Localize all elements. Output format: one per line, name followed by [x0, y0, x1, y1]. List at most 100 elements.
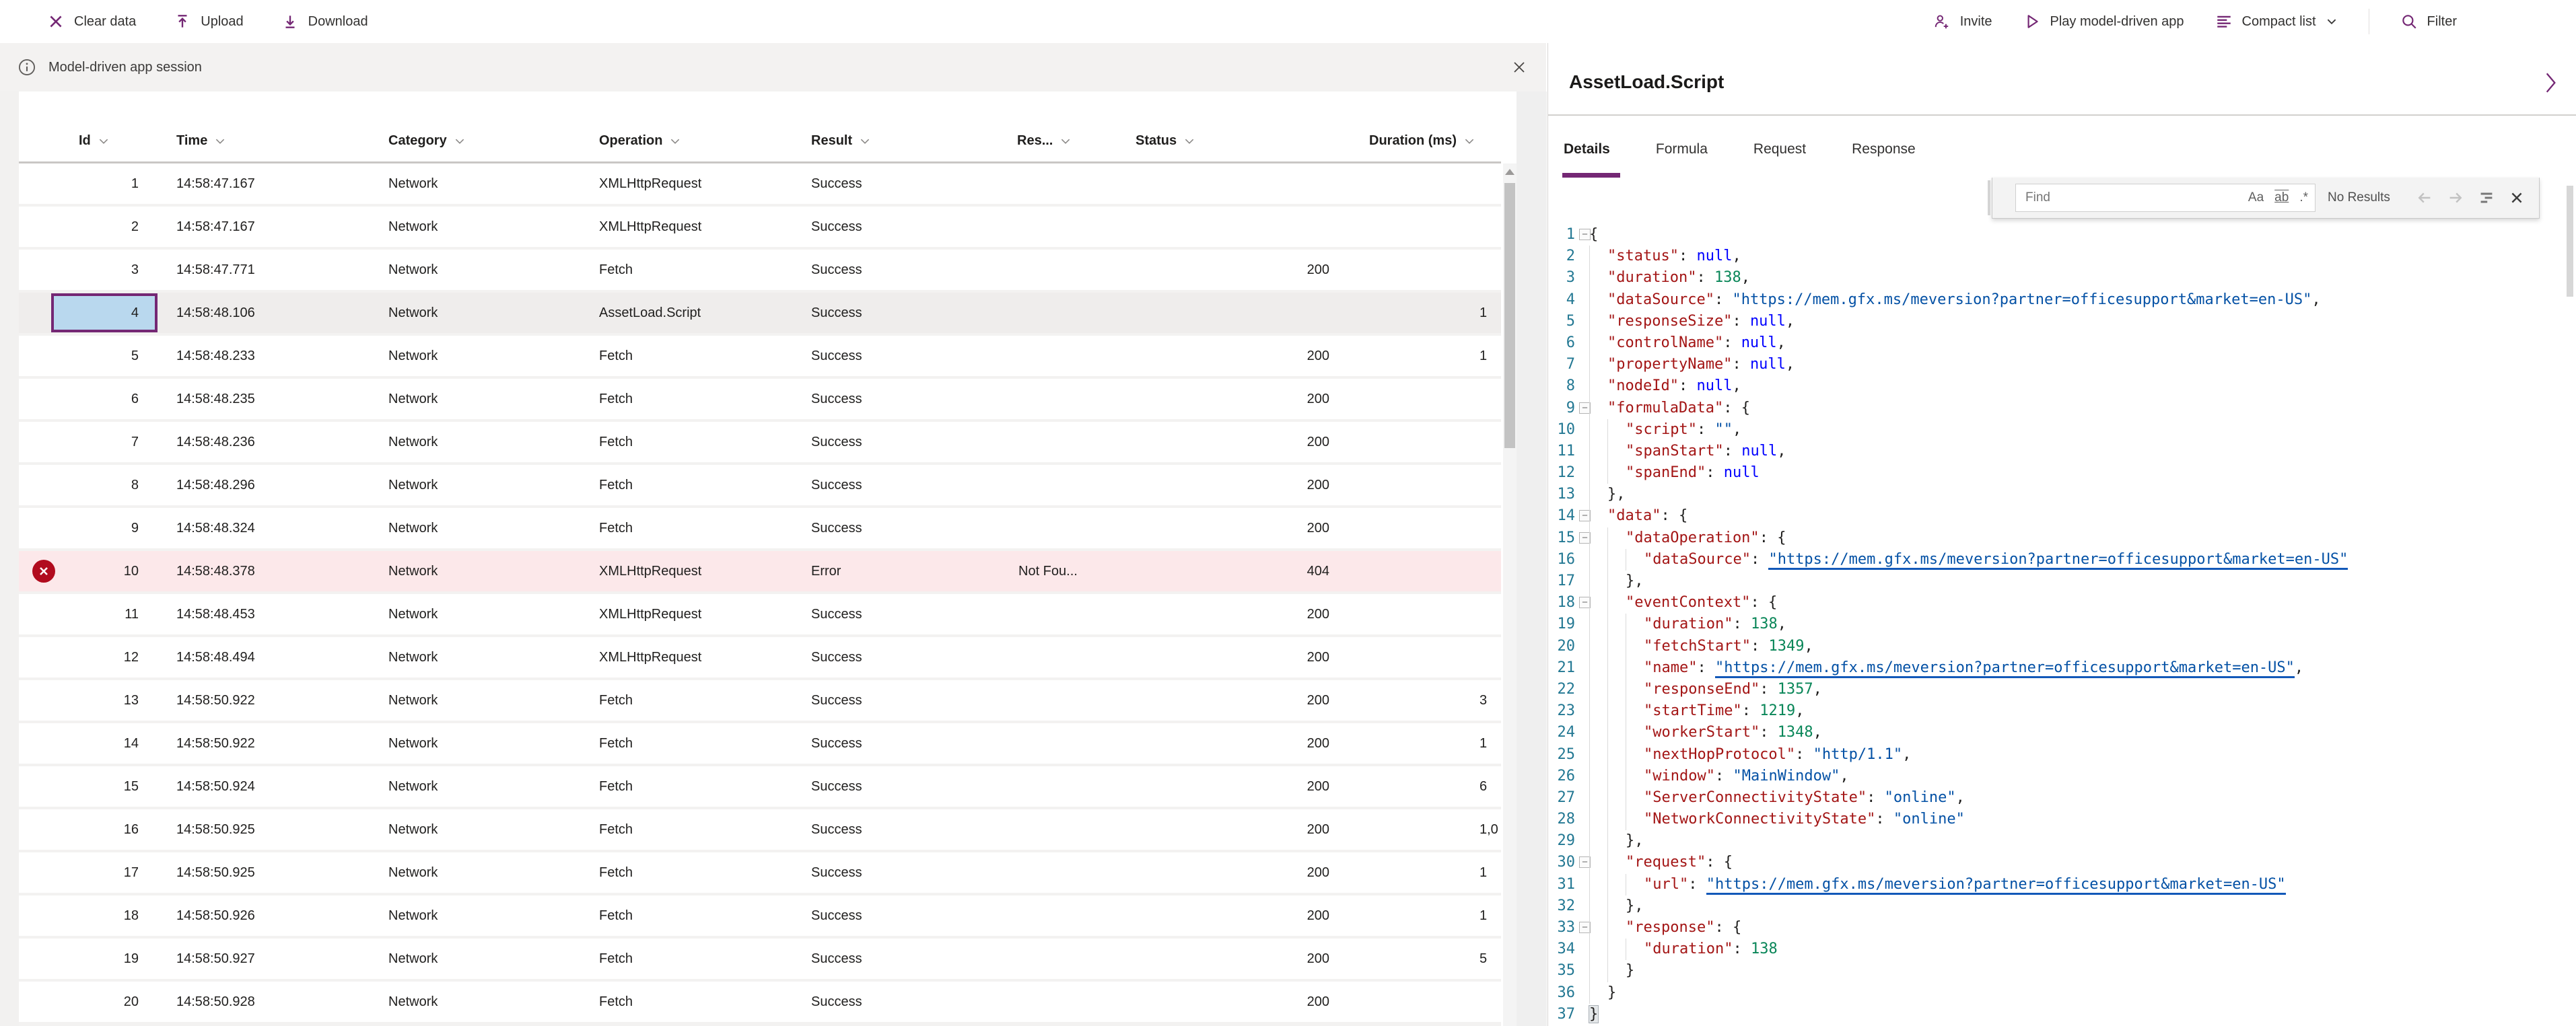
code-line[interactable]: 9− "formulaData": { — [1548, 397, 2576, 419]
indent-guide — [1589, 267, 1607, 289]
upload-button[interactable]: Upload — [174, 13, 244, 30]
table-row[interactable]: 19 14:58:50.927 Network Fetch Success 200 5 — [19, 939, 1501, 979]
table-row[interactable]: 6 14:58:48.235 Network Fetch Success 200 — [19, 379, 1501, 419]
code-line[interactable]: 2 "status": null, — [1548, 246, 2576, 268]
clear-data-button[interactable]: Clear data — [47, 13, 136, 30]
code-line[interactable]: 3 "duration": 138, — [1548, 267, 2576, 289]
table-row[interactable]: 10 14:58:48.378 Network XMLHttpRequest Error… — [19, 551, 1501, 591]
table-row[interactable]: 14 14:58:50.922 Network Fetch Success 200 1 — [19, 723, 1501, 764]
chevron-right-icon[interactable] — [2542, 70, 2559, 96]
table-row[interactable]: 18 14:58:50.926 Network Fetch Success 200 1 — [19, 895, 1501, 936]
code-line[interactable]: 35} — [1548, 960, 2576, 982]
scrollbar-thumb[interactable] — [1504, 183, 1515, 448]
table-row[interactable]: 8 14:58:48.296 Network Fetch Success 200 — [19, 465, 1501, 505]
code-line[interactable]: 7 "propertyName": null, — [1548, 354, 2576, 376]
code-line[interactable]: 8 "nodeId": null, — [1548, 375, 2576, 398]
column-header-reason[interactable]: Res... — [1017, 133, 1072, 149]
whole-word-icon[interactable]: ab — [2274, 190, 2289, 205]
table-row[interactable]: 2 14:58:47.167 Network XMLHttpRequest Succes… — [19, 207, 1501, 247]
table-row[interactable]: 16 14:58:50.925 Network Fetch Success 200 1,0 — [19, 809, 1501, 850]
code-line[interactable]: 10 "script": "", — [1548, 418, 2576, 441]
code-line[interactable]: 13}, — [1548, 484, 2576, 506]
find-input[interactable]: Find Aa ab .* — [2015, 184, 2316, 212]
column-header-duration[interactable]: Duration (ms) — [1369, 133, 1475, 149]
find-next-icon[interactable] — [2447, 190, 2464, 206]
code-line[interactable]: 30− "request": { — [1548, 852, 2576, 874]
code-line[interactable]: 37} — [1548, 1004, 2576, 1025]
code-line[interactable]: 36} — [1548, 982, 2576, 1004]
column-header-time[interactable]: Time — [176, 133, 226, 149]
cell-result: Success — [811, 392, 862, 406]
play-app-button[interactable]: Play model-driven app — [2023, 13, 2184, 30]
code-line[interactable]: 24 "workerStart": 1348, — [1548, 722, 2576, 744]
indent-guide — [1607, 418, 1626, 441]
code-line[interactable]: 18− "eventContext": { — [1548, 592, 2576, 614]
table-row[interactable]: 15 14:58:50.924 Network Fetch Success 200 6 — [19, 766, 1501, 807]
code-line[interactable]: 5 "responseSize": null, — [1548, 310, 2576, 332]
table-scrollbar[interactable] — [1503, 163, 1517, 1026]
column-header-category[interactable]: Category — [388, 133, 466, 149]
close-icon[interactable] — [1511, 59, 1527, 75]
compact-list-dropdown[interactable]: Compact list — [2215, 13, 2338, 30]
code-line[interactable]: 26 "window": "MainWindow", — [1548, 765, 2576, 787]
table-row[interactable]: 20 14:58:50.928 Network Fetch Success 200 — [19, 982, 1501, 1022]
panel-divider — [1548, 114, 2576, 116]
invite-button[interactable]: Invite — [1933, 13, 1992, 30]
close-icon[interactable] — [2509, 190, 2524, 205]
tab-request[interactable]: Request — [1753, 141, 1806, 157]
code-line[interactable]: 23 "startTime": 1219, — [1548, 700, 2576, 723]
code-line[interactable]: 15− "dataOperation": { — [1548, 527, 2576, 549]
find-in-selection-icon[interactable] — [2478, 190, 2495, 206]
code-line[interactable]: 14− "data": { — [1548, 505, 2576, 527]
column-header-id[interactable]: Id — [79, 133, 110, 149]
code-line[interactable]: 27 "ServerConnectivityState": "online", — [1548, 786, 2576, 809]
find-previous-icon[interactable] — [2416, 190, 2433, 206]
code-line[interactable]: 28 "NetworkConnectivityState": "online" — [1548, 809, 2576, 831]
column-header-operation[interactable]: Operation — [599, 133, 681, 149]
column-header-status[interactable]: Status — [1136, 133, 1195, 149]
tab-response[interactable]: Response — [1852, 141, 1916, 157]
code-line[interactable]: 29}, — [1548, 830, 2576, 852]
table-row[interactable]: 9 14:58:48.324 Network Fetch Success 200 — [19, 508, 1501, 548]
table-row[interactable]: 1 14:58:47.167 Network XMLHttpRequest Succes… — [19, 163, 1501, 204]
tab-details[interactable]: Details — [1564, 141, 1610, 157]
cell-duration — [1480, 250, 1501, 290]
column-header-result[interactable]: Result — [811, 133, 871, 149]
code-text: "duration": 138 — [1589, 939, 1778, 961]
cell-status: 200 — [1307, 607, 1329, 622]
code-line[interactable]: 4 "dataSource": "https://mem.gfx.ms/mever… — [1548, 289, 2576, 311]
table-row[interactable]: 4 14:58:48.106 Network AssetLoad.Script Succ… — [19, 293, 1501, 333]
table-row[interactable]: 7 14:58:48.236 Network Fetch Success 200 — [19, 422, 1501, 462]
code-line[interactable]: 1−{ — [1548, 224, 2576, 246]
code-line[interactable]: 20 "fetchStart": 1349, — [1548, 635, 2576, 657]
regex-icon[interactable]: .* — [2299, 190, 2308, 205]
tab-formula[interactable]: Formula — [1656, 141, 1708, 157]
editor-scrollbar-thumb[interactable] — [2567, 186, 2573, 297]
code-line[interactable]: 34 "duration": 138 — [1548, 939, 2576, 961]
table-row[interactable]: 12 14:58:48.494 Network XMLHttpRequest Succe… — [19, 637, 1501, 677]
table-row[interactable]: 5 14:58:48.233 Network Fetch Success 200 1 — [19, 336, 1501, 376]
scrollbar-up-arrow-icon[interactable] — [1505, 169, 1515, 175]
code-line[interactable]: 6 "controlName": null, — [1548, 332, 2576, 355]
indent-guide — [1589, 960, 1607, 982]
line-number: 21 — [1557, 659, 1576, 676]
code-line[interactable]: 17}, — [1548, 571, 2576, 593]
table-row[interactable]: 3 14:58:47.771 Network Fetch Success 200 — [19, 250, 1501, 290]
table-row[interactable]: 13 14:58:50.922 Network Fetch Success 200 3 — [19, 680, 1501, 721]
code-line[interactable]: 16 "dataSource": "https://mem.gfx.ms/meve… — [1548, 548, 2576, 571]
code-line[interactable]: 19 "duration": 138, — [1548, 614, 2576, 636]
code-line[interactable]: 25 "nextHopProtocol": "http/1.1", — [1548, 743, 2576, 766]
table-row[interactable]: 17 14:58:50.925 Network Fetch Success 200 1 — [19, 852, 1501, 893]
download-button[interactable]: Download — [281, 13, 368, 30]
filter-button[interactable]: Filter — [2400, 13, 2457, 30]
code-line[interactable]: 22 "responseEnd": 1357, — [1548, 678, 2576, 701]
match-case-icon[interactable]: Aa — [2248, 190, 2264, 205]
table-row[interactable]: 11 14:58:48.453 Network XMLHttpRequest Succe… — [19, 594, 1501, 634]
code-line[interactable]: 31 "url": "https://mem.gfx.ms/meversion?p… — [1548, 873, 2576, 895]
code-line[interactable]: 21 "name": "https://mem.gfx.ms/meversion?… — [1548, 657, 2576, 679]
cell-category: Network — [388, 219, 438, 234]
code-line[interactable]: 11 "spanStart": null, — [1548, 440, 2576, 463]
code-line[interactable]: 32}, — [1548, 895, 2576, 917]
code-line[interactable]: 33− "response": { — [1548, 917, 2576, 939]
code-line[interactable]: 12 "spanEnd": null — [1548, 462, 2576, 484]
